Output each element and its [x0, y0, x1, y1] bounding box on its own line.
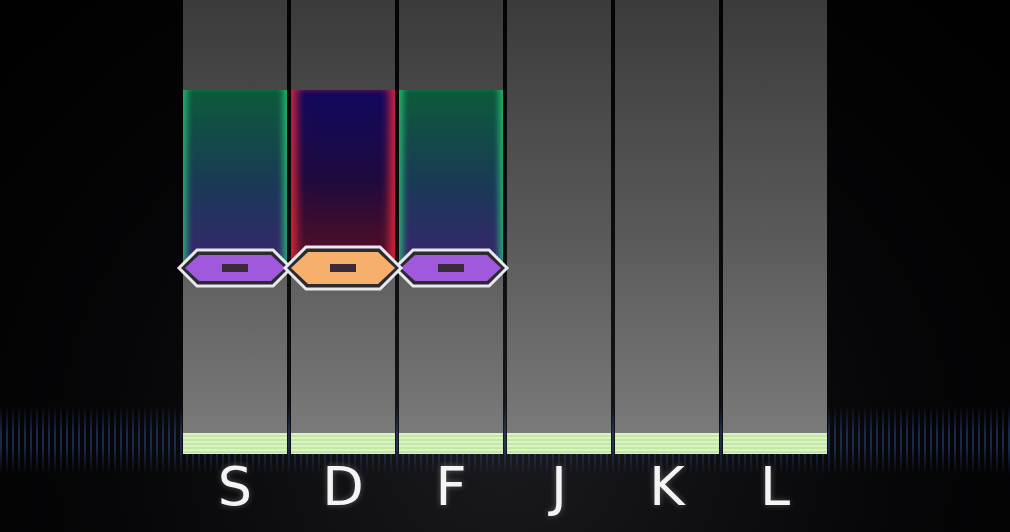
note-head — [285, 247, 401, 289]
game-screen: SDFJKL — [0, 0, 1010, 532]
hold-note-body — [291, 90, 395, 268]
lane-track — [183, 0, 287, 433]
key-label: J — [507, 454, 611, 514]
hold-note-body — [399, 90, 503, 268]
note-head — [179, 250, 291, 286]
lane[interactable]: D — [291, 0, 395, 514]
lane[interactable]: K — [615, 0, 719, 514]
lane[interactable]: L — [723, 0, 827, 514]
lane-track — [507, 0, 611, 433]
note-head — [395, 250, 507, 286]
lane[interactable]: S — [183, 0, 287, 514]
key-label: F — [399, 454, 503, 514]
lane[interactable]: J — [507, 0, 611, 514]
lane-track — [723, 0, 827, 433]
key-label: K — [615, 454, 719, 514]
lane[interactable]: F — [399, 0, 503, 514]
lane-track — [291, 0, 395, 433]
key-label: L — [723, 454, 827, 514]
hit-line — [399, 433, 503, 454]
spectrum-visualizer — [0, 405, 1010, 475]
hit-line — [507, 433, 611, 454]
hit-line — [291, 433, 395, 454]
key-label: D — [291, 454, 395, 514]
hit-line — [615, 433, 719, 454]
lane-track — [615, 0, 719, 433]
hold-note-body — [183, 90, 287, 268]
playfield: SDFJKL — [0, 0, 1010, 514]
key-label: S — [183, 454, 287, 514]
hit-line — [723, 433, 827, 454]
hit-line — [183, 433, 287, 454]
lane-track — [399, 0, 503, 433]
